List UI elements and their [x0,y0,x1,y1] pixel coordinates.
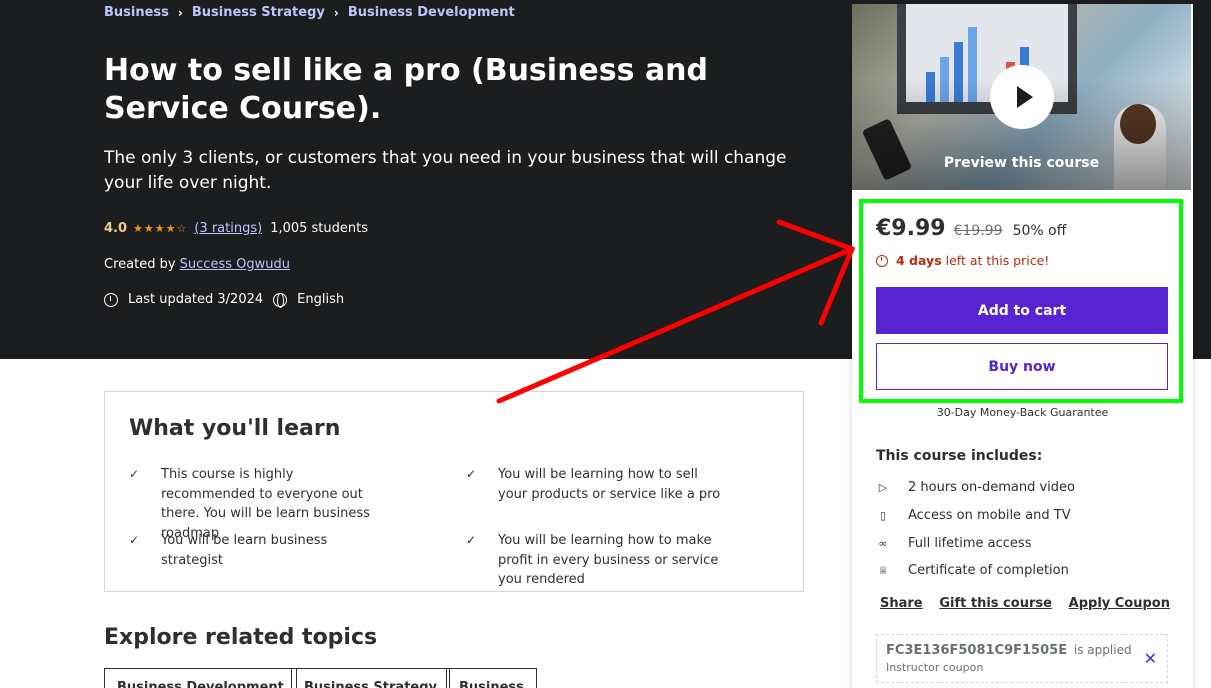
course-title: How to sell like a pro (Business and Ser… [104,53,709,126]
coupon-applied-text: is applied [1073,643,1132,657]
coupon-type: Instructor coupon [886,661,984,674]
include-item-text: Access on mobile and TV [908,508,1071,523]
timer-text: left at this price! [945,253,1050,268]
close-icon[interactable]: ✕ [1144,649,1157,668]
apply-coupon-link[interactable]: Apply Coupon [1069,596,1170,611]
learn-item-text: You will be learn business strategist [161,533,328,568]
check-icon: ✓ [466,533,477,547]
current-price: €9.99 [876,216,946,241]
course-preview-video[interactable]: Preview this course [852,4,1191,190]
course-meta-row: Last updated 3/2024 English [104,292,345,308]
include-item-certificate: ♕ Certificate of completion [876,563,1069,578]
breadcrumb-item-business[interactable]: Business [104,5,169,20]
alarm-clock-icon [876,254,888,267]
purchase-sidebar: Preview this course €9.99 €19.99 50% off… [852,4,1193,688]
add-to-cart-button[interactable]: Add to cart [876,287,1168,334]
breadcrumb-item-business-strategy[interactable]: Business Strategy [192,5,325,20]
sale-timer: 4 days left at this price! [876,253,1049,268]
chevron-right-icon: › [177,5,183,20]
rating-row: 4.0 ★★★★☆ (3 ratings) 1,005 students [104,221,368,236]
check-icon: ✓ [129,467,140,481]
learn-item-text: This course is highly recommended to eve… [161,467,370,541]
topic-chip-business-development[interactable]: Business Development [104,668,297,688]
course-subtitle: The only 3 clients, or customers that yo… [104,148,787,193]
includes-title: This course includes: [876,448,1043,464]
rating-value: 4.0 [104,221,128,236]
globe-icon [273,292,288,308]
preview-label[interactable]: Preview this course [852,155,1191,171]
ratings-link[interactable]: (3 ratings) [194,221,262,236]
mobile-icon: ▯ [879,509,887,522]
topic-chip-business-strategy[interactable]: Business Strategy [291,668,451,688]
instructor-link[interactable]: Success Ogwudu [180,257,290,272]
chevron-right-icon: › [333,5,339,20]
sidebar-links: Share Gift this course Apply Coupon [880,596,1170,611]
breadcrumb: Business › Business Strategy › Business … [104,5,515,20]
infinity-icon: ∞ [878,537,888,550]
explore-topics-title: Explore related topics [104,625,378,650]
learn-item: ✓ You will be learning how to sell your … [466,465,726,504]
learn-title: What you'll learn [129,416,341,441]
video-icon: ▷ [878,481,888,494]
include-item-mobile: ▯ Access on mobile and TV [876,508,1071,523]
gift-course-link[interactable]: Gift this course [939,596,1052,611]
include-item-video: ▷ 2 hours on-demand video [876,480,1075,495]
applied-coupon-box: FC3E136F5081C9F1505E is applied Instruct… [876,634,1168,683]
clock-icon [104,292,118,307]
learn-item: ✓ You will be learn business strategist [129,531,389,570]
price-row: €9.99 €19.99 50% off [876,216,1066,241]
money-back-guarantee: 30-Day Money-Back Guarantee [936,406,1109,419]
learn-item: ✓ You will be learning how to make profi… [466,531,726,590]
star-rating-icon: ★★★★☆ [133,222,188,235]
created-by-label: Created by [104,257,176,272]
course-language: English [297,292,345,307]
include-item-text: Certificate of completion [908,563,1069,578]
include-item-lifetime: ∞ Full lifetime access [876,536,1031,551]
last-updated: Last updated 3/2024 [128,292,264,307]
include-item-text: Full lifetime access [908,536,1032,551]
learn-item-text: You will be learning how to sell your pr… [498,467,721,502]
discount-label: 50% off [1012,223,1067,239]
check-icon: ✓ [129,533,140,547]
play-icon[interactable] [990,65,1054,129]
check-icon: ✓ [466,467,477,481]
topic-chip-business[interactable]: Business [446,668,537,688]
original-price: €19.99 [953,223,1003,239]
student-count: 1,005 students [270,221,369,236]
created-by-row: Created by Success Ogwudu [104,257,290,272]
timer-days: 4 days [896,253,942,268]
breadcrumb-item-business-development[interactable]: Business Development [348,5,515,20]
learn-item-text: You will be learning how to make profit … [498,533,719,587]
coupon-code: FC3E136F5081C9F1505E [886,643,1068,658]
what-youll-learn-box: What you'll learn ✓ This course is highl… [104,391,804,592]
include-item-text: 2 hours on-demand video [908,480,1075,495]
trophy-icon: ♕ [878,564,888,577]
share-link[interactable]: Share [880,596,923,611]
buy-now-button[interactable]: Buy now [876,343,1168,390]
